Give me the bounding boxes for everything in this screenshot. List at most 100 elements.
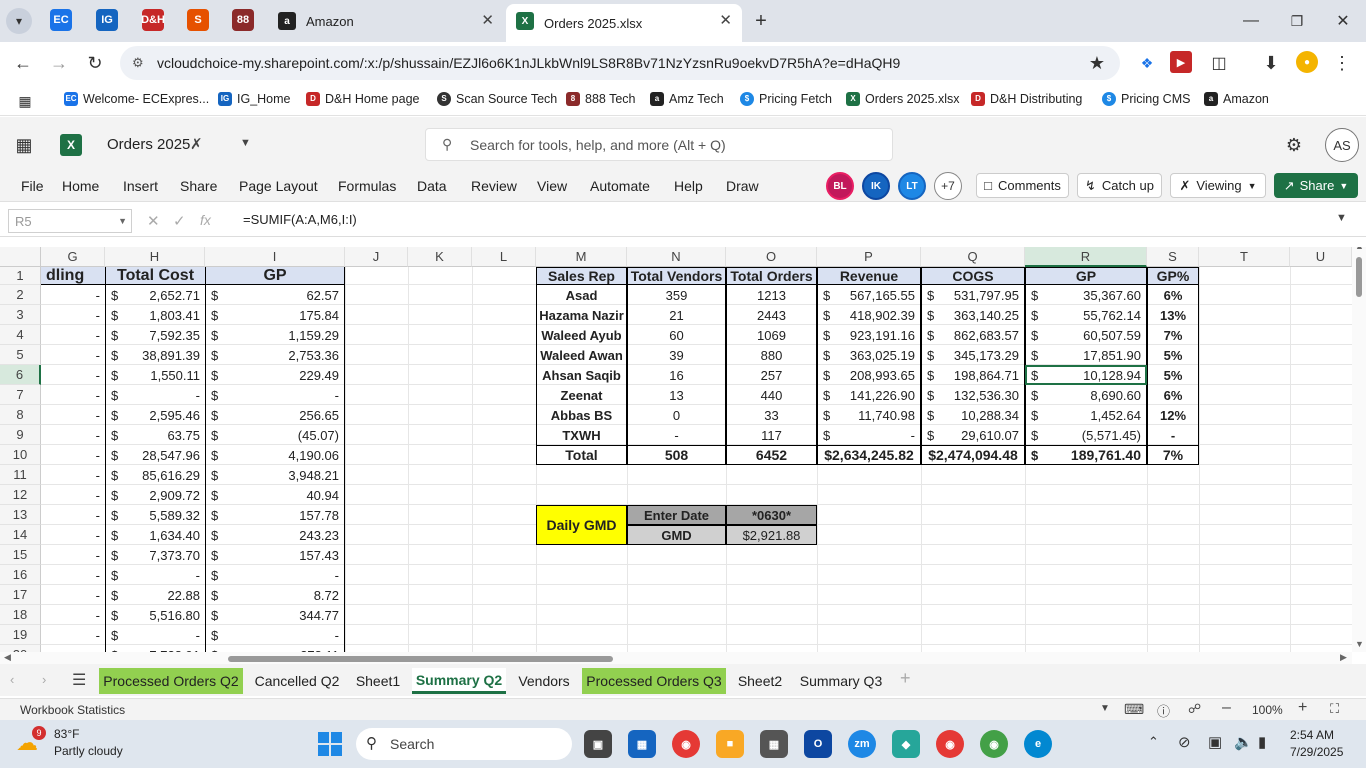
column-header[interactable]: K [408,247,472,267]
extension-1-icon[interactable]: ❖ [1134,50,1160,76]
column-header[interactable]: G [41,247,105,267]
pinned-tab-dh-icon[interactable]: D&H [141,9,165,31]
summary-cell[interactable]: 60 [627,325,726,345]
summary-cell[interactable]: 6452 [726,445,817,465]
table-cell[interactable]: (45.07) [225,425,345,445]
summary-cell[interactable]: Ahsan Saqib [536,365,627,385]
table-cell[interactable]: 344.77 [225,605,345,625]
summary-cell[interactable]: 531,797.95 [939,285,1025,305]
scroll-left-icon[interactable]: ◀ [4,652,11,663]
menu-page-layout[interactable]: Page Layout [239,178,318,194]
currency-symbol[interactable]: $ [105,625,125,645]
summary-cell[interactable]: 141,226.90 [835,385,921,405]
column-header[interactable]: T [1199,247,1290,267]
bookmark-item[interactable]: S Scan Source Tech [437,92,557,106]
document-title[interactable]: Orders 2025 [107,136,190,153]
collaborator-avatar[interactable]: BL [826,172,854,200]
menu-formulas[interactable]: Formulas [338,178,396,194]
table-cell[interactable]: 256.65 [225,405,345,425]
row-header[interactable]: 14 [0,525,41,545]
summary-cell[interactable]: Hazama Nazir [536,305,627,325]
insert-function-icon[interactable]: fx [200,212,211,228]
summary-cell[interactable]: 923,191.16 [835,325,921,345]
table-cell[interactable]: - [41,625,105,645]
currency-symbol[interactable]: $ [105,425,125,445]
column-header[interactable]: J [345,247,408,267]
summary-cell[interactable]: 10,288.34 [939,405,1025,425]
select-all-corner[interactable] [0,247,41,267]
chrome-icon[interactable]: ◉ [672,730,700,758]
row-header[interactable]: 13 [0,505,41,525]
app-diamond-icon[interactable]: ◆ [892,730,920,758]
summary-header[interactable]: Sales Rep [536,267,627,285]
sheet-tab[interactable]: Processed Orders Q2 [99,668,243,694]
summary-cell[interactable]: 567,165.55 [835,285,921,305]
summary-cell[interactable]: 33 [726,405,817,425]
table-cell[interactable]: - [41,445,105,465]
column-header[interactable]: N [627,247,726,267]
minimize-icon[interactable]: — [1236,8,1266,34]
menu-draw[interactable]: Draw [726,178,759,194]
next-sheet-icon[interactable]: › [42,672,46,687]
new-tab-icon[interactable]: + [748,8,774,34]
table-cell[interactable]: 38,891.39 [125,345,205,365]
summary-cell[interactable]: 1069 [726,325,817,345]
summary-cell[interactable]: 6% [1147,385,1199,405]
table-cell[interactable]: 63.75 [125,425,205,445]
summary-cell[interactable]: 440 [726,385,817,405]
table-cell[interactable]: - [125,625,205,645]
bookmark-item[interactable]: D D&H Distributing [971,92,1082,106]
sheet-tab[interactable]: Summary Q3 [796,668,886,694]
taskbar-search-box[interactable]: ⚲ Search [356,728,572,760]
summary-cell[interactable]: Zeenat [536,385,627,405]
enter-check-icon[interactable]: ✓ [173,212,186,230]
summary-cell[interactable]: 2443 [726,305,817,325]
row-header[interactable]: 8 [0,405,41,425]
currency-symbol[interactable]: $ [817,385,835,405]
bookmark-item[interactable]: $ Pricing CMS [1102,92,1190,106]
catch-up-button[interactable]: ↯ Catch up [1077,173,1162,198]
table-cell[interactable]: 7,728.91 [125,645,205,653]
row-header[interactable]: 16 [0,565,41,585]
table-cell[interactable]: - [41,565,105,585]
all-sheets-menu-icon[interactable]: ☰ [72,670,86,690]
summary-cell[interactable]: 5% [1147,345,1199,365]
summary-cell[interactable]: Total [536,445,627,465]
currency-symbol[interactable]: $ [1025,365,1043,385]
store-icon[interactable]: ▦ [628,730,656,758]
currency-symbol[interactable]: $ [105,605,125,625]
row-header[interactable]: 9 [0,425,41,445]
url-box[interactable]: ⚙ vcloudchoice-my.sharepoint.com/:x:/p/s… [120,46,1120,80]
currency-symbol[interactable]: $ [921,365,939,385]
currency-symbol[interactable]: $ [105,325,125,345]
gmd-date-input[interactable]: *0630* [726,505,817,525]
summary-cell[interactable]: - [627,425,726,445]
tab-orders-xlsx[interactable]: X Orders 2025.xlsx ✕ [506,4,742,42]
currency-symbol[interactable]: $ [1025,345,1043,365]
summary-cell[interactable]: 55,762.14 [1043,305,1147,325]
expand-formula-icon[interactable]: ▼ [1336,212,1347,224]
forward-icon[interactable]: → [46,50,72,76]
column-header[interactable]: H [105,247,205,267]
summary-cell[interactable]: 13 [627,385,726,405]
share-button[interactable]: ↗ Share ▼ [1274,173,1358,198]
currency-symbol[interactable]: $ [921,305,939,325]
row-header[interactable]: 20 [0,645,41,652]
file-explorer-icon[interactable]: ■ [716,730,744,758]
table-cell[interactable]: - [125,565,205,585]
currency-symbol[interactable]: $ [205,305,225,325]
windows-start-icon[interactable] [318,732,342,756]
cancel-icon[interactable]: ✕ [147,212,160,230]
table-cell[interactable]: 62.57 [225,285,345,305]
summary-cell[interactable]: 8,690.60 [1043,385,1147,405]
currency-symbol[interactable]: $ [817,325,835,345]
currency-symbol[interactable]: $ [105,445,125,465]
pinned-tab-s-icon[interactable]: S [187,9,209,31]
horizontal-scrollbar[interactable]: ◀ ▶ [0,652,1352,664]
menu-view[interactable]: View [537,178,567,194]
table-cell[interactable] [41,645,105,652]
row-header[interactable]: 3 [0,305,41,325]
clock-time[interactable]: 2:54 AM [1290,728,1334,742]
currency-symbol[interactable]: $ [205,405,225,425]
summary-cell[interactable]: 1,452.64 [1043,405,1147,425]
